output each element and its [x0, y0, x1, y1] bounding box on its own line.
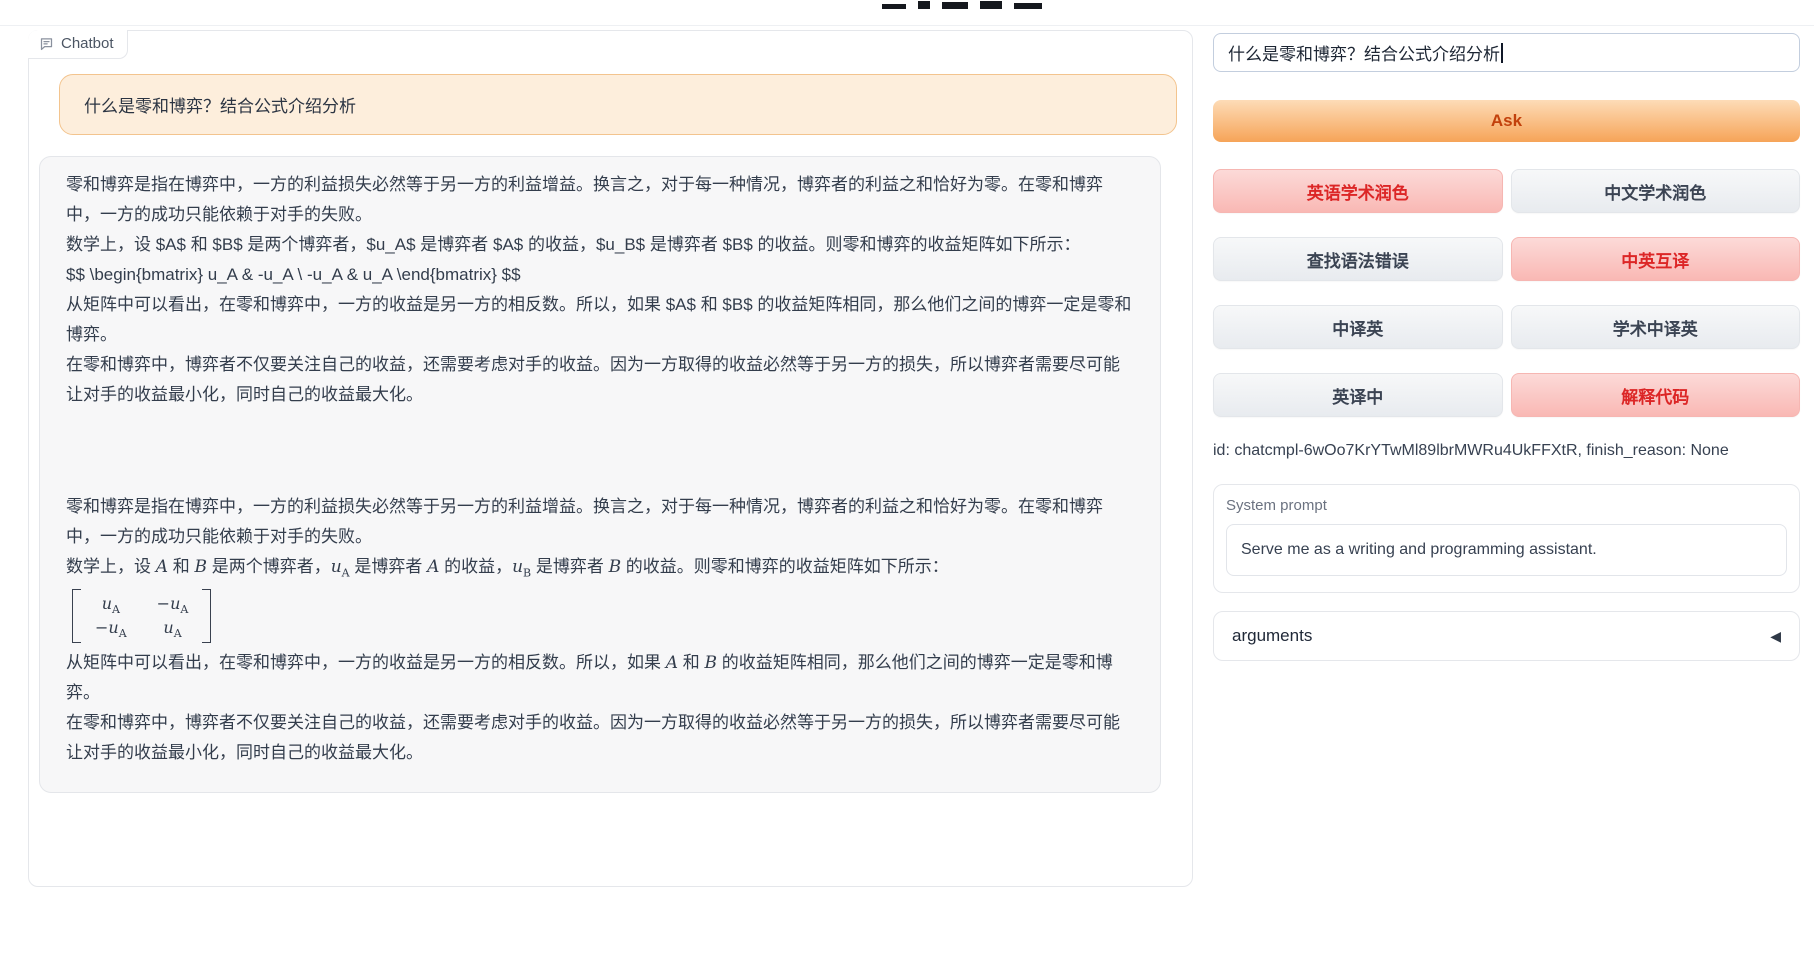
bot-rendered-block: 零和博弈是指在博弈中，一方的利益损失必然等于另一方的利益增益。换言之，对于每一种…	[66, 492, 1134, 768]
system-prompt-input[interactable]: Serve me as a writing and programming as…	[1226, 524, 1787, 576]
user-message-bubble: 什么是零和博弈？结合公式介绍分析	[59, 74, 1177, 135]
system-prompt-label: System prompt	[1226, 497, 1787, 514]
bot-raw-block: 零和博弈是指在博弈中，一方的利益损失必然等于另一方的利益增益。换言之，对于每一种…	[66, 170, 1134, 410]
accordion-label: arguments	[1232, 626, 1312, 646]
action-button-1[interactable]: 英语学术润色	[1213, 169, 1503, 213]
control-panel: 什么是零和博弈？结合公式介绍分析 Ask 英语学术润色中文学术润色查找语法错误中…	[1213, 33, 1800, 661]
app-page: Chatbot 什么是零和博弈？结合公式介绍分析 零和博弈是指在博弈中，一方的利…	[0, 0, 1814, 961]
action-button-6[interactable]: 学术中译英	[1511, 305, 1801, 349]
clipped-page-title-fragment	[882, 0, 1042, 9]
completion-status-line: id: chatcmpl-6wOo7KrYTwMl89lbrMWRu4UkFFX…	[1213, 442, 1800, 460]
arguments-accordion-header[interactable]: arguments ◀	[1213, 611, 1800, 661]
top-divider	[0, 25, 1814, 26]
question-input[interactable]: 什么是零和博弈？结合公式介绍分析	[1213, 33, 1800, 72]
ask-button[interactable]: Ask	[1213, 100, 1800, 142]
chatbot-label: Chatbot	[28, 30, 128, 59]
bot-message-spacer	[66, 410, 1134, 492]
bot-message-card: 零和博弈是指在博弈中，一方的利益损失必然等于另一方的利益增益。换言之，对于每一种…	[39, 156, 1161, 793]
action-button-4[interactable]: 中英互译	[1511, 237, 1801, 281]
action-button-8[interactable]: 解释代码	[1511, 373, 1801, 417]
question-input-text: 什么是零和博弈？结合公式介绍分析	[1228, 40, 1500, 65]
action-button-7[interactable]: 英译中	[1213, 373, 1503, 417]
action-button-2[interactable]: 中文学术润色	[1511, 169, 1801, 213]
action-buttons-grid: 英语学术润色中文学术润色查找语法错误中英互译中译英学术中译英英译中解释代码	[1213, 169, 1800, 417]
action-button-3[interactable]: 查找语法错误	[1213, 237, 1503, 281]
collapse-arrow-icon: ◀	[1770, 628, 1781, 645]
system-prompt-card: System prompt Serve me as a writing and …	[1213, 484, 1800, 593]
system-prompt-value: Serve me as a writing and programming as…	[1241, 541, 1597, 559]
chatbot-panel: Chatbot 什么是零和博弈？结合公式介绍分析 零和博弈是指在博弈中，一方的利…	[28, 30, 1193, 887]
payoff-matrix: uA−uA−uAuA	[72, 589, 211, 643]
chat-bubble-icon	[39, 36, 54, 51]
user-message-text: 什么是零和博弈？结合公式介绍分析	[84, 92, 356, 117]
chatbot-label-text: Chatbot	[61, 35, 114, 52]
text-caret-icon	[1501, 43, 1503, 63]
action-button-5[interactable]: 中译英	[1213, 305, 1503, 349]
